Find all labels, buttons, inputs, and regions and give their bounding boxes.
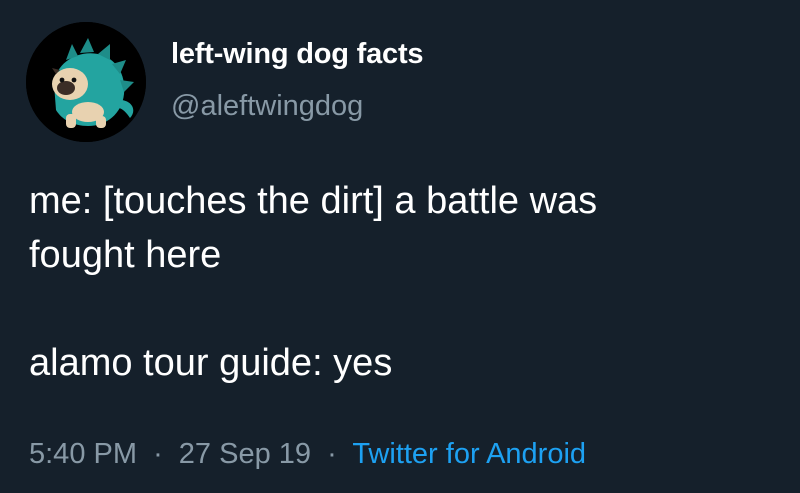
tweet-text-line: fought here xyxy=(29,234,222,276)
tweet-time[interactable]: 5:40 PM xyxy=(29,438,137,470)
tweet-source-link[interactable]: Twitter for Android xyxy=(352,438,586,470)
tweet-date[interactable]: 27 Sep 19 xyxy=(179,438,311,470)
meta-separator: · xyxy=(327,438,337,470)
tweet-meta: 5:40 PM · 27 Sep 19 · Twitter for Androi… xyxy=(29,438,586,471)
display-name[interactable]: left-wing dog facts xyxy=(171,38,424,71)
avatar[interactable] xyxy=(26,22,146,142)
tweet-text-line: alamo tour guide: yes xyxy=(29,342,393,384)
user-handle[interactable]: @aleftwingdog xyxy=(171,90,363,123)
meta-separator: · xyxy=(153,438,163,470)
tweet-text: me: [touches the dirt] a battle was foug… xyxy=(29,174,779,390)
tweet-header: left-wing dog facts @aleftwingdog xyxy=(24,22,764,142)
pug-dinosaur-avatar-icon xyxy=(26,22,146,142)
tweet-card: left-wing dog facts @aleftwingdog me: [t… xyxy=(0,0,800,493)
tweet-text-line: me: [touches the dirt] a battle was xyxy=(29,180,598,222)
